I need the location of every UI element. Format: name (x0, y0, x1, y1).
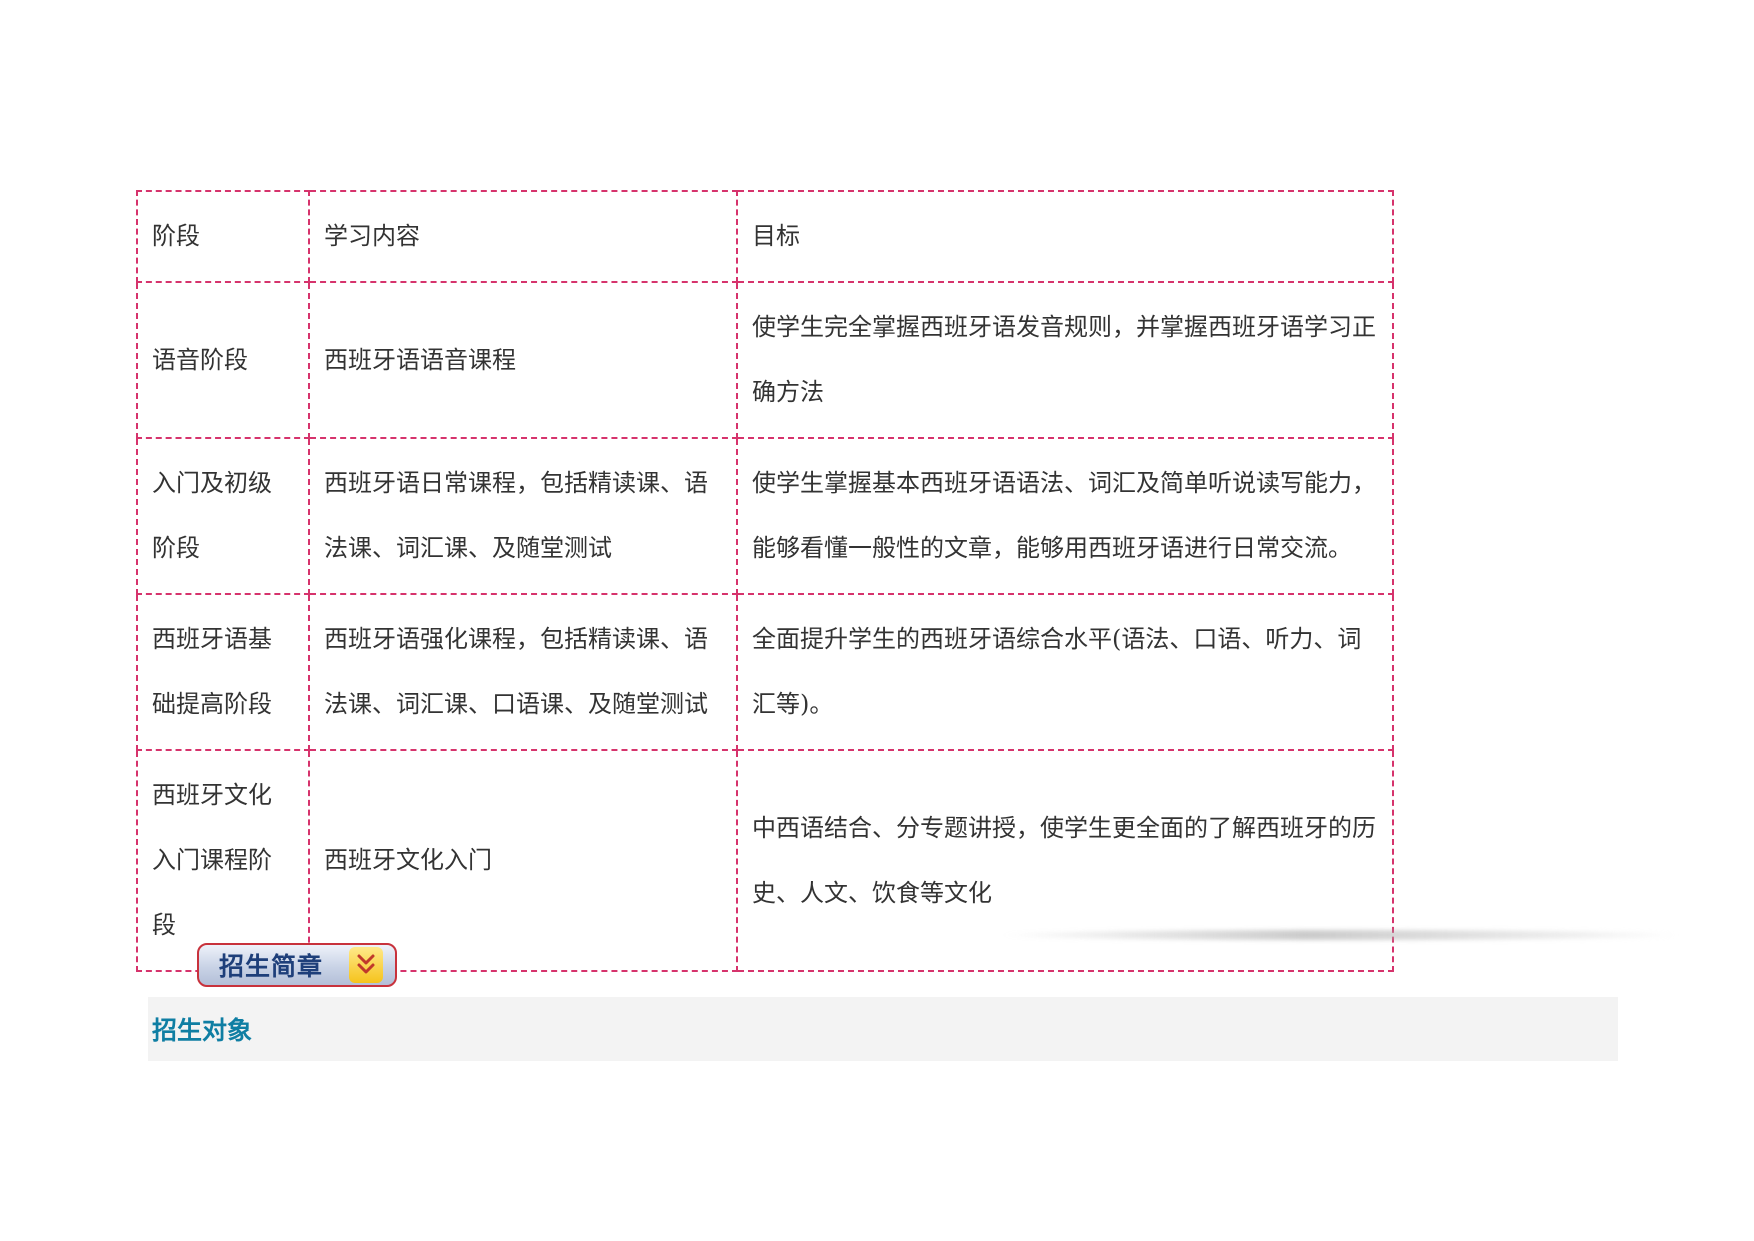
header-cell-stage: 阶段 (136, 190, 310, 283)
stage-cell: 西班牙文化入门课程阶段 (136, 749, 310, 972)
table-header-row: 阶段 学习内容 目标 (136, 190, 1394, 283)
header-cell-goal: 目标 (736, 190, 1394, 283)
goal-cell: 使学生掌握基本西班牙语语法、词汇及简单听说读写能力，能够看懂一般性的文章，能够用… (736, 437, 1394, 595)
table-row: 语音阶段 西班牙语语音课程 使学生完全掌握西班牙语发音规则，并掌握西班牙语学习正… (136, 281, 1394, 439)
brochure-button-label: 招生简章 (219, 952, 324, 981)
table-row: 入门及初级阶段 西班牙语日常课程，包括精读课、语法课、词汇课、及随堂测试 使学生… (136, 437, 1394, 595)
section-title: 招生对象 (152, 1016, 253, 1045)
table-row: 西班牙语基础提高阶段 西班牙语强化课程，包括精读课、语法课、词汇课、口语课、及随… (136, 593, 1394, 751)
stage-cell: 入门及初级阶段 (136, 437, 310, 595)
goal-cell: 使学生完全掌握西班牙语发音规则，并掌握西班牙语学习正确方法 (736, 281, 1394, 439)
section-header-bar: 招生对象 (148, 997, 1618, 1061)
curriculum-table: 阶段 学习内容 目标 语音阶段 西班牙语语音课程 使学生完全掌握西班牙语发音规则… (136, 190, 1394, 972)
content-cell: 西班牙语日常课程，包括精读课、语法课、词汇课、及随堂测试 (308, 437, 738, 595)
double-chevron-down-icon (349, 947, 383, 983)
content-cell: 西班牙语语音课程 (308, 281, 738, 439)
header-cell-content: 学习内容 (308, 190, 738, 283)
divider-shadow (1000, 930, 1680, 940)
content-cell: 西班牙文化入门 (308, 749, 738, 972)
brochure-button[interactable]: 招生简章 (197, 943, 397, 987)
stage-cell: 语音阶段 (136, 281, 310, 439)
stage-cell: 西班牙语基础提高阶段 (136, 593, 310, 751)
goal-cell: 全面提升学生的西班牙语综合水平(语法、口语、听力、词汇等)。 (736, 593, 1394, 751)
content-cell: 西班牙语强化课程，包括精读课、语法课、词汇课、口语课、及随堂测试 (308, 593, 738, 751)
